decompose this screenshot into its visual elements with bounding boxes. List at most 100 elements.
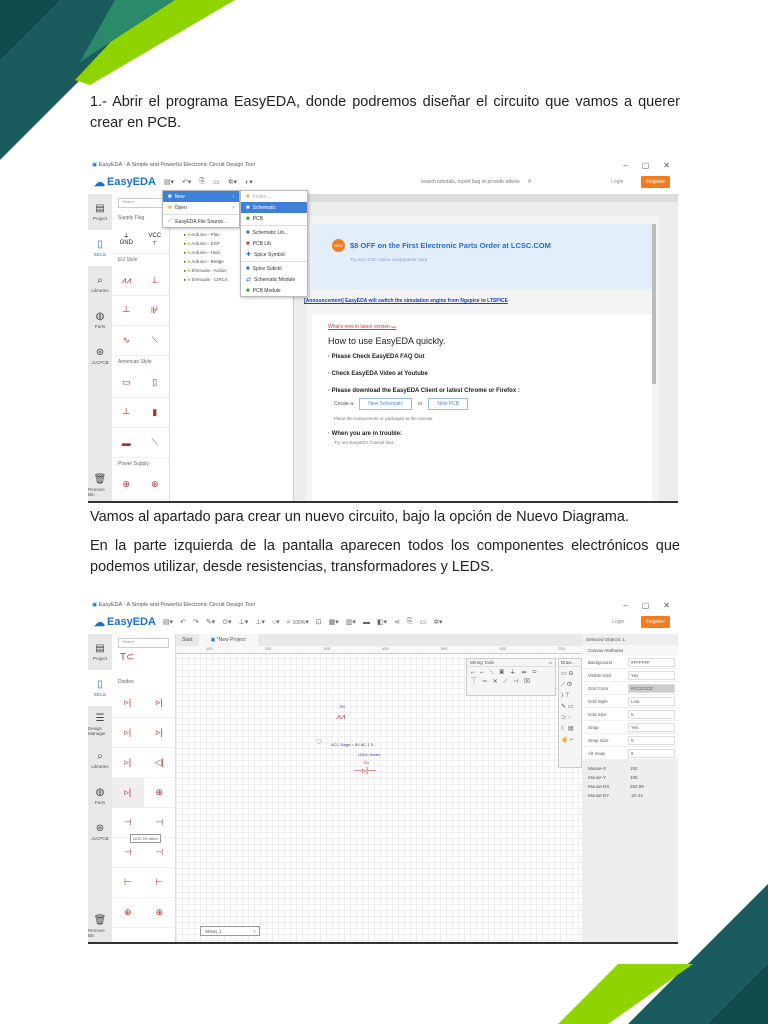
theme-icon[interactable]: ◧▾ — [377, 618, 387, 626]
property-value[interactable]: #FFFFFF — [628, 657, 675, 667]
register-button[interactable]: Register — [641, 616, 670, 628]
tree-item[interactable]: ▸ ■ Arduino - Plan — [184, 230, 228, 239]
wiring-tool-icons[interactable]: ⌐ ⌐ ⟍ ▣ ⏚ ⇹ ▭ ⏉ ═ ✕ ⟋ ⊣ ⊠ — [467, 667, 555, 689]
tutorial-link[interactable]: Try our EasyEDA Tutorial Out. — [334, 440, 636, 445]
bom-icon[interactable]: ▥▾ — [346, 618, 356, 626]
save-icon[interactable]: ⎘ — [199, 178, 205, 186]
zener-symbol[interactable]: ▹| — [112, 718, 144, 748]
menu-folder[interactable]: ■ Folder... — [241, 191, 307, 202]
whats-new-link[interactable]: What's new in latest version ▬ — [328, 324, 636, 330]
menu-file-source[interactable]: ⟋ EasyEDA File Source... — [163, 216, 239, 227]
menu-schematic-module[interactable]: ⇄ Schematic Module — [241, 274, 307, 285]
inductor-symbol[interactable]: ∿ — [112, 326, 141, 356]
schottky-symbol[interactable]: ◁| — [143, 748, 175, 778]
mosfet-symbol[interactable]: ⊢ — [112, 868, 144, 898]
register-button[interactable]: Register — [641, 176, 670, 188]
tab-start[interactable]: Start — [176, 637, 199, 643]
tree-item[interactable]: ▸ ■ ElVisuals - CIRCA — [184, 275, 228, 284]
menu-open[interactable]: ■ Open › — [163, 202, 239, 213]
tree-item[interactable]: ▸ ■ Arduino - Helic — [184, 248, 228, 257]
schottky-symbol[interactable]: ▹| — [112, 748, 144, 778]
image-icon[interactable]: ▦▾ — [329, 618, 339, 626]
export-icon[interactable]: ▭ — [420, 618, 427, 626]
diode-symbol[interactable]: ▹| — [143, 688, 175, 718]
promo-title[interactable]: $8 OFF on the First Electronic Parts Ord… — [350, 241, 551, 250]
shape-icon[interactable]: ○▾ — [272, 618, 280, 626]
nav-project[interactable]: ▤ Project — [88, 634, 112, 670]
nav-parts[interactable]: ◍ Parts — [88, 302, 112, 338]
menu-schematic-lib[interactable]: ■ Schematic Lib... — [241, 227, 307, 238]
pot-box-symbol[interactable]: ┴ — [112, 398, 141, 428]
menu-pcb[interactable]: ■ PCB — [241, 213, 307, 224]
undo-icon[interactable]: ↶ — [180, 618, 186, 626]
resistor-vertical-symbol[interactable]: ⊥ — [140, 266, 169, 296]
zener-symbol[interactable]: ▹| — [143, 718, 175, 748]
align-icon[interactable]: ⊥▾ — [239, 618, 249, 626]
resistor-symbol[interactable]: ⩘⩘ — [112, 266, 141, 296]
menu-pcb-module[interactable]: ■ PCB Module — [241, 285, 307, 296]
close-icon[interactable]: ✕ — [663, 601, 670, 610]
pen-icon[interactable]: ✎▾ — [206, 618, 215, 626]
potentiometer-symbol[interactable]: ┴ — [112, 296, 141, 326]
led-d1[interactable]: —▹|— — [354, 766, 376, 775]
menu-schematic[interactable]: ■ Schematic — [241, 202, 307, 213]
nav-remove-bin[interactable]: 🗑 Remove Bin — [88, 908, 112, 942]
share-icon[interactable]: ⋖ — [394, 618, 400, 626]
property-value[interactable]: 5 — [628, 748, 675, 758]
tab-new-project[interactable]: ▣ *New Project — [198, 634, 258, 646]
gnd-symbol[interactable]: ⏚ GND — [112, 224, 141, 254]
inductor-angled-symbol[interactable]: ⟍ — [140, 326, 169, 356]
redo-icon[interactable]: ↷ — [193, 618, 199, 626]
tree-item[interactable]: ▸ ■ Arduino - ESP — [184, 239, 228, 248]
led-round-symbol[interactable]: ⊕ — [143, 778, 175, 808]
netlist-icon[interactable]: ▬ — [363, 619, 370, 626]
distribute-icon[interactable]: ⊥▾ — [255, 618, 265, 626]
settings-icon[interactable]: ✲▾ — [228, 178, 237, 186]
property-value[interactable]: Line — [628, 696, 675, 706]
login-link[interactable]: Login — [612, 619, 624, 625]
undo-icon[interactable]: ↶▾ — [182, 178, 191, 186]
file-menu-icon[interactable]: ▤▾ — [163, 618, 173, 626]
nav-eelib[interactable]: ▯ EELib — [88, 230, 112, 266]
nav-project[interactable]: ▤ Project — [88, 194, 112, 230]
maximize-icon[interactable]: ▢ — [642, 161, 650, 170]
help-icon[interactable]: ◐▾ — [245, 178, 253, 186]
property-value[interactable]: 5 — [628, 709, 675, 719]
fuse-angled-symbol[interactable]: ⟍ — [140, 428, 169, 458]
ac-source-symbol[interactable]: ⊕ — [112, 470, 141, 500]
mosfet-symbol[interactable]: ⊢ — [143, 868, 175, 898]
sheet-tab[interactable]: Sheet_1 + — [200, 926, 260, 936]
library-search-input[interactable]: Search — [118, 198, 163, 208]
maximize-icon[interactable]: ▢ — [642, 601, 650, 610]
menu-spice-symbol[interactable]: ✚ Spice Symbol — [241, 249, 307, 260]
fit-icon[interactable]: ⊡ — [316, 618, 322, 626]
minimize-icon[interactable]: – — [623, 161, 627, 170]
promo-banner[interactable]: NEW $8 OFF on the First Electronic Parts… — [312, 224, 652, 290]
resistor-box-symbol[interactable]: ▭ — [112, 368, 141, 398]
fuse-symbol[interactable]: ▬ — [112, 428, 141, 458]
resistor-box-vertical-symbol[interactable]: ▯ — [140, 368, 169, 398]
property-value[interactable]: Yes — [628, 722, 675, 732]
ac-source[interactable]: ◌ — [316, 736, 322, 747]
resistor-r1[interactable]: ⩘⩘ — [336, 712, 345, 722]
menu-new[interactable]: ■ New › — [163, 191, 239, 202]
tree-item[interactable]: ▸ ■ ElVisuals - Arduin — [184, 266, 228, 275]
tree-item[interactable]: ▸ ■ Arduino - Bridge — [184, 257, 228, 266]
nav-jlcpcb[interactable]: ⊛ JLCPCB — [88, 814, 112, 850]
export-icon[interactable]: ▭ — [213, 178, 220, 186]
zoom-icon[interactable]: ⌕ 100%▾ — [287, 618, 309, 627]
nav-eelib[interactable]: ▯ EELib — [88, 670, 112, 706]
nav-parts[interactable]: ◍ Parts — [88, 778, 112, 814]
vcc-symbol[interactable]: VCC ┬ — [140, 224, 169, 254]
save-icon[interactable]: ⎘ — [407, 618, 413, 626]
search-input[interactable]: search tutorials, report bug or provide … — [421, 179, 520, 185]
mosfet-symbol[interactable]: ⊕ — [143, 898, 175, 928]
dc-source-symbol[interactable]: ⊕ — [140, 470, 169, 500]
nav-design-manager[interactable]: ☰ Design Manager — [88, 706, 112, 742]
canvas-attributes-header[interactable]: Canvas Attributes — [582, 645, 678, 656]
new-schematic-button[interactable]: New Schematic — [359, 398, 412, 410]
close-icon[interactable]: ✕ — [663, 161, 670, 170]
nav-jlcpcb[interactable]: ⊛ JLCPCB — [88, 338, 112, 374]
property-value[interactable]: Yes — [628, 670, 675, 680]
schematic-canvas[interactable]: 100 200 300 400 500 600 700 R1 ⩘⩘ ◌ AC1 Stage … — [176, 646, 582, 942]
